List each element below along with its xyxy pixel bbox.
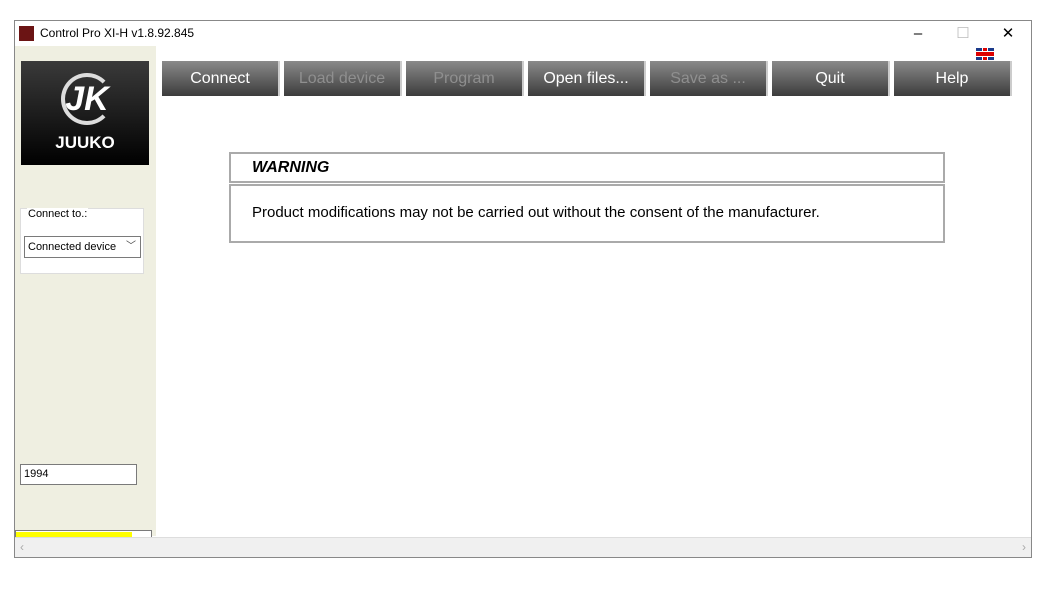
close-button[interactable]: ✕ bbox=[985, 23, 1031, 45]
app-window: Control Pro XI-H v1.8.92.845 – ☐ ✕ JK JU… bbox=[14, 20, 1032, 558]
chevron-down-icon: ﹀ bbox=[126, 241, 136, 252]
warning-message: Product modifications may not be carried… bbox=[229, 184, 945, 243]
quit-button[interactable]: Quit bbox=[772, 61, 890, 96]
maximize-button[interactable]: ☐ bbox=[940, 23, 986, 45]
minimize-button[interactable]: – bbox=[895, 23, 941, 45]
open-files-button[interactable]: Open files... bbox=[528, 61, 646, 96]
connect-to-label: Connect to.: bbox=[27, 208, 89, 220]
connect-to-value: Connected device bbox=[28, 241, 117, 253]
scroll-left-icon[interactable]: ‹ bbox=[20, 540, 24, 554]
help-button[interactable]: Help bbox=[894, 61, 1012, 96]
year-input[interactable]: 1994 bbox=[20, 464, 137, 485]
program-button[interactable]: Program bbox=[406, 61, 524, 96]
connect-button[interactable]: Connect bbox=[162, 61, 280, 96]
scroll-right-icon[interactable]: › bbox=[1022, 540, 1026, 554]
warning-panel: WARNING Product modifications may not be… bbox=[229, 152, 945, 243]
app-icon bbox=[19, 26, 34, 41]
save-as-button[interactable]: Save as ... bbox=[650, 61, 768, 96]
logo-name: JUUKO bbox=[55, 133, 115, 152]
load-device-button[interactable]: Load device bbox=[284, 61, 402, 96]
connect-to-select[interactable]: Connected device ﹀ bbox=[24, 236, 141, 258]
window-title: Control Pro XI-H v1.8.92.845 bbox=[40, 26, 195, 40]
connect-to-group: Connect to.: Connected device ﹀ bbox=[20, 208, 144, 274]
logo-mark: JK bbox=[61, 73, 113, 125]
sidebar: JK JUUKO Connect to.: Connected device ﹀… bbox=[15, 46, 156, 556]
horizontal-scrollbar[interactable]: ‹ › bbox=[15, 537, 1031, 557]
juuko-logo: JK JUUKO bbox=[21, 61, 149, 165]
warning-title: WARNING bbox=[229, 152, 945, 183]
uk-flag-icon[interactable] bbox=[976, 48, 994, 60]
title-bar: Control Pro XI-H v1.8.92.845 – ☐ ✕ bbox=[15, 21, 1031, 46]
